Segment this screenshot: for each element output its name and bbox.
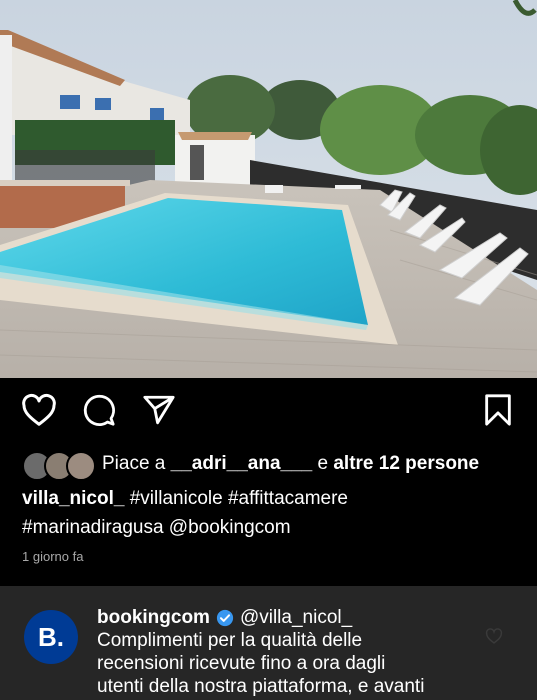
verified-badge-icon — [216, 609, 234, 627]
post-caption: villa_nicol_ #villanicole #affittacamere… — [22, 484, 519, 542]
share-button[interactable] — [139, 390, 179, 430]
post-action-bar — [0, 390, 537, 434]
comment-button[interactable] — [79, 390, 119, 430]
post-photo[interactable] — [0, 0, 537, 378]
comment-line-1: Complimenti per la qualità delle — [97, 630, 363, 651]
caption-line-2: #marinadiragusa @bookingcom — [22, 517, 291, 538]
likes-prefix: Piace a — [102, 453, 166, 474]
likes-text: Piace a __adri__ana___ e altre 12 person… — [102, 453, 479, 475]
avatar-letter: B. — [38, 621, 64, 652]
comment-like-heart-icon[interactable] — [485, 628, 503, 649]
caption-line-1: #villanicole #affittacamere — [129, 488, 349, 509]
comment-body: bookingcom @villa_nicol_ Complimenti per… — [97, 606, 497, 698]
bookmark-icon — [483, 393, 513, 427]
liker-avatars — [22, 449, 96, 481]
likes-joiner: e — [317, 453, 329, 474]
heart-icon — [21, 393, 57, 427]
avatar — [66, 451, 96, 481]
caption-username[interactable]: villa_nicol_ — [22, 488, 124, 509]
comment-item: B. bookingcom @villa_nicol_ Complimenti … — [0, 586, 537, 700]
likes-others[interactable]: altre 12 persone — [333, 453, 479, 474]
comment-mention[interactable]: @villa_nicol_ — [240, 606, 352, 629]
pool-photo-illustration — [0, 0, 537, 378]
liker-username[interactable]: __adri__ana___ — [171, 453, 313, 474]
comment-username[interactable]: bookingcom — [97, 606, 210, 629]
comment-icon — [82, 393, 116, 427]
comment-line-3: utenti della nostra piattaforma, e avant… — [97, 676, 425, 697]
comment-line-2: recensioni ricevute fino a ora dagli — [97, 653, 386, 674]
save-button[interactable] — [478, 390, 518, 430]
send-icon — [142, 393, 176, 427]
like-button[interactable] — [19, 390, 59, 430]
avatar[interactable]: B. — [24, 610, 78, 664]
post-timestamp: 1 giorno fa — [22, 549, 84, 564]
likes-row[interactable]: Piace a __adri__ana___ e altre 12 person… — [22, 448, 527, 481]
